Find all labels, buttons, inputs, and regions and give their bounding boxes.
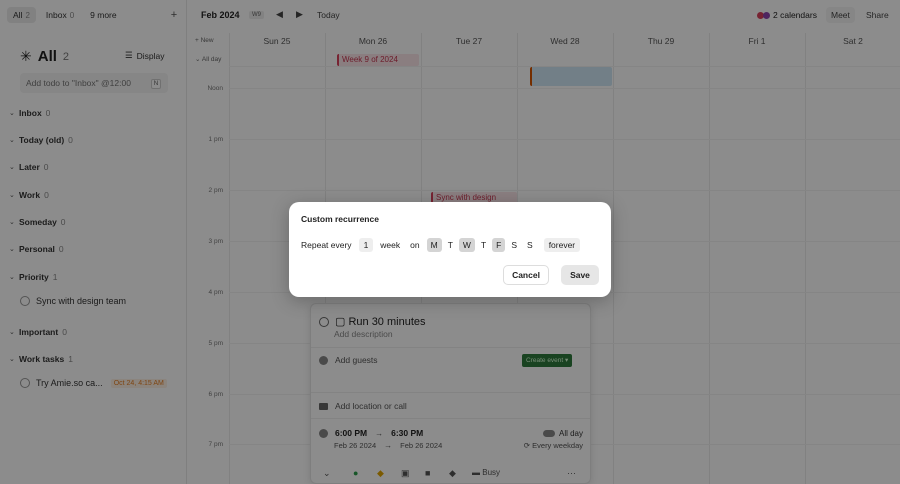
dialog-title: Custom recurrence (301, 214, 379, 224)
cancel-button[interactable]: Cancel (503, 265, 549, 285)
weekday-friday[interactable]: F (492, 238, 506, 252)
unit-select[interactable]: week (375, 238, 406, 252)
weekday-monday[interactable]: M (426, 238, 442, 252)
repeat-row: Repeat every 1 week on M T W T F S S for… (301, 238, 581, 252)
ends-select[interactable]: forever (543, 238, 581, 252)
weekday-wednesday[interactable]: W (458, 238, 475, 252)
weekday-saturday[interactable]: S (507, 238, 522, 252)
weekday-sunday[interactable]: S (523, 238, 537, 252)
custom-recurrence-dialog: Custom recurrence Repeat every 1 week on… (289, 202, 611, 297)
save-button[interactable]: Save (561, 265, 599, 285)
interval-input[interactable]: 1 (358, 238, 374, 252)
repeat-every-label: Repeat every (301, 240, 352, 250)
weekday-thursday[interactable]: T (476, 238, 491, 252)
weekday-tuesday[interactable]: T (443, 238, 457, 252)
on-label: on (410, 240, 420, 250)
